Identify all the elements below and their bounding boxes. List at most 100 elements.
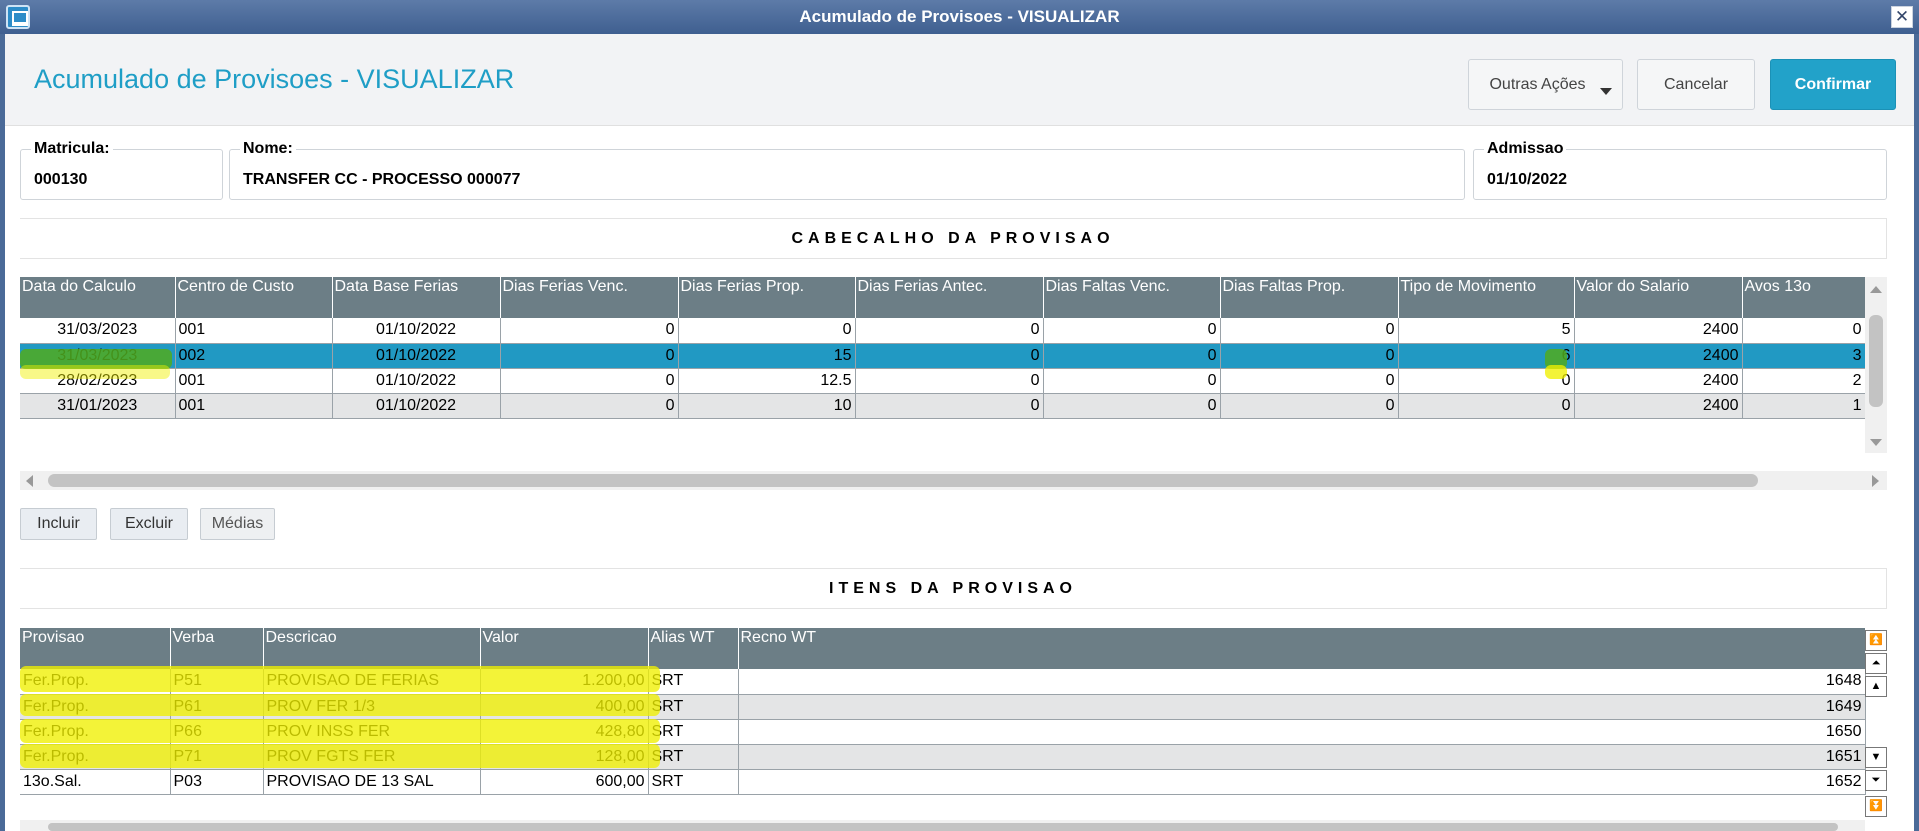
table-row[interactable]: 13o.Sal. P03 PROVISAO DE 13 SAL 600,00 S… <box>20 769 1866 795</box>
col-alias-wt[interactable]: Alias WT <box>648 628 739 669</box>
app-icon[interactable] <box>6 5 30 29</box>
cell: PROV INSS FER <box>263 719 481 745</box>
cell: 001 <box>175 393 333 419</box>
cell: 1648 <box>738 669 1866 695</box>
cell: 0 <box>678 318 856 344</box>
cell: 31/03/2023 <box>20 343 176 369</box>
cabecalho-grid: Data do Calculo Centro de Custo Data Bas… <box>20 277 1866 419</box>
scroll-thumb[interactable] <box>48 474 1758 487</box>
scroll-left-icon[interactable] <box>26 475 33 487</box>
scroll-up-icon[interactable] <box>1870 286 1882 293</box>
cell: 01/10/2022 <box>332 393 501 419</box>
window-title-bar: Acumulado de Provisoes - VISUALIZAR ✕ <box>0 0 1919 34</box>
cell: 1652 <box>738 769 1866 795</box>
col-tipo-movimento[interactable]: Tipo de Movimento <box>1398 277 1575 318</box>
medias-button[interactable]: Médias <box>200 508 275 540</box>
col-provisao[interactable]: Provisao <box>20 628 171 669</box>
cell: Fer.Prop. <box>20 669 171 695</box>
col-recno-wt[interactable]: Recno WT <box>738 628 1866 669</box>
cell: SRT <box>648 769 739 795</box>
table-row[interactable]: 31/03/2023 001 01/10/2022 0 0 0 0 0 5 24… <box>20 318 1866 344</box>
close-icon[interactable]: ✕ <box>1891 6 1913 28</box>
cell: 12.5 <box>678 368 856 394</box>
scroll-right-icon[interactable] <box>1872 475 1879 487</box>
cell: SRT <box>648 744 739 770</box>
scroll-page-up-icon[interactable]: ⏶ <box>1865 653 1887 674</box>
col-avos-13o[interactable]: Avos 13o <box>1742 277 1866 318</box>
table-row-selected[interactable]: 31/03/2023 002 01/10/2022 0 15 0 0 0 6 2… <box>20 343 1866 369</box>
itens-header-row: Provisao Verba Descricao Valor Alias WT … <box>20 628 1866 669</box>
cell: 002 <box>175 343 333 369</box>
col-dias-ferias-venc[interactable]: Dias Ferias Venc. <box>500 277 679 318</box>
itens-horizontal-scrollbar[interactable] <box>20 820 1865 831</box>
cell: 0 <box>1220 368 1399 394</box>
scroll-up-icon[interactable]: ▲ <box>1865 676 1887 697</box>
scroll-down-icon[interactable]: ▼ <box>1865 747 1887 768</box>
cell: SRT <box>648 719 739 745</box>
scroll-last-icon[interactable]: ⏬ <box>1865 796 1887 817</box>
excluir-button[interactable]: Excluir <box>110 508 188 540</box>
col-dias-ferias-antec[interactable]: Dias Ferias Antec. <box>855 277 1044 318</box>
cell: 428,80 <box>480 719 649 745</box>
page-title: Acumulado de Provisoes - VISUALIZAR <box>34 64 515 94</box>
table-row[interactable]: 28/02/2023 001 01/10/2022 0 12.5 0 0 0 0… <box>20 368 1866 394</box>
col-dias-faltas-prop[interactable]: Dias Faltas Prop. <box>1220 277 1399 318</box>
cell: 128,00 <box>480 744 649 770</box>
table-row[interactable]: 31/01/2023 001 01/10/2022 0 10 0 0 0 0 2… <box>20 393 1866 419</box>
scroll-first-icon[interactable]: ⏫ <box>1865 630 1887 651</box>
matricula-label: Matricula: <box>31 140 113 158</box>
cell: 0 <box>1043 393 1221 419</box>
col-verba[interactable]: Verba <box>170 628 264 669</box>
matricula-field: Matricula: 000130 <box>20 140 223 200</box>
outras-acoes-label: Outras Ações <box>1489 76 1586 93</box>
cell: 10 <box>678 393 856 419</box>
cell: P51 <box>170 669 264 695</box>
scroll-page-down-icon[interactable]: ⏷ <box>1865 770 1887 791</box>
col-dias-ferias-prop[interactable]: Dias Ferias Prop. <box>678 277 856 318</box>
cell: 01/10/2022 <box>332 318 501 344</box>
cell: 01/10/2022 <box>332 343 501 369</box>
cell: Fer.Prop. <box>20 744 171 770</box>
col-data-calculo[interactable]: Data do Calculo <box>20 277 176 318</box>
cabecalho-section-title: CABECALHO DA PROVISAO <box>20 218 1887 259</box>
cell: 3 <box>1742 343 1866 369</box>
cabecalho-header-row: Data do Calculo Centro de Custo Data Bas… <box>20 277 1866 318</box>
col-descricao[interactable]: Descricao <box>263 628 481 669</box>
itens-section-title: ITENS DA PROVISAO <box>20 568 1887 609</box>
cell: P66 <box>170 719 264 745</box>
cell: 1650 <box>738 719 1866 745</box>
col-centro-custo[interactable]: Centro de Custo <box>175 277 333 318</box>
incluir-button[interactable]: Incluir <box>20 508 97 540</box>
admissao-value: 01/10/2022 <box>1487 171 1568 188</box>
col-valor[interactable]: Valor <box>480 628 649 669</box>
table-row[interactable]: Fer.Prop. P61 PROV FER 1/3 400,00 SRT 16… <box>20 694 1866 720</box>
cell: PROV FGTS FER <box>263 744 481 770</box>
page-header: Acumulado de Provisoes - VISUALIZAR Outr… <box>5 34 1914 126</box>
cell: 0 <box>1220 393 1399 419</box>
cell: 1649 <box>738 694 1866 720</box>
col-dias-faltas-venc[interactable]: Dias Faltas Venc. <box>1043 277 1221 318</box>
cell: 0 <box>500 318 679 344</box>
table-row[interactable]: Fer.Prop. P51 PROVISAO DE FERIAS 1.200,0… <box>20 669 1866 695</box>
scroll-thumb[interactable] <box>48 823 1838 831</box>
cell: 0 <box>1043 368 1221 394</box>
confirm-button[interactable]: Confirmar <box>1770 59 1896 110</box>
outras-acoes-button[interactable]: Outras Ações <box>1468 59 1623 110</box>
cell: 5 <box>1398 318 1575 344</box>
cancel-button[interactable]: Cancelar <box>1637 59 1755 110</box>
cabecalho-vertical-scrollbar[interactable] <box>1865 277 1887 453</box>
cell: 0 <box>855 318 1044 344</box>
cabecalho-horizontal-scrollbar[interactable] <box>20 471 1887 490</box>
col-data-base-ferias[interactable]: Data Base Ferias <box>332 277 501 318</box>
scroll-down-icon[interactable] <box>1870 439 1882 446</box>
cell: 6 <box>1398 343 1575 369</box>
table-row[interactable]: Fer.Prop. P66 PROV INSS FER 428,80 SRT 1… <box>20 719 1866 745</box>
cell: 31/03/2023 <box>20 318 176 344</box>
cell: 2400 <box>1574 343 1743 369</box>
cell: P61 <box>170 694 264 720</box>
cell: SRT <box>648 669 739 695</box>
scroll-thumb[interactable] <box>1869 315 1883 407</box>
matricula-value: 000130 <box>34 171 88 188</box>
col-valor-salario[interactable]: Valor do Salario <box>1574 277 1743 318</box>
table-row[interactable]: Fer.Prop. P71 PROV FGTS FER 128,00 SRT 1… <box>20 744 1866 770</box>
